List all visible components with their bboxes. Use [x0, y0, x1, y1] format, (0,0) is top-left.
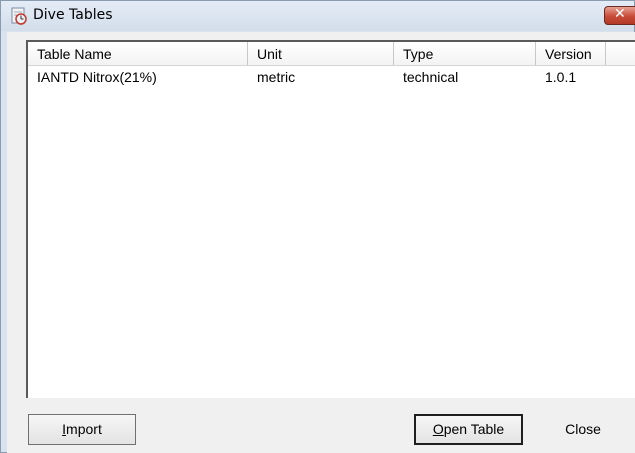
cell-table-name: IANTD Nitrox(21%): [37, 69, 157, 85]
window-title: Dive Tables: [33, 7, 113, 23]
open-label: pen Table: [443, 421, 505, 437]
dive-table-icon: [11, 7, 27, 25]
close-button[interactable]: Close: [529, 414, 635, 445]
table-row[interactable]: IANTD Nitrox(21%) metric technical 1.0.1: [28, 66, 635, 88]
import-button[interactable]: Import: [28, 414, 136, 445]
column-header-table-name[interactable]: Table Name: [28, 42, 248, 65]
column-header-unit[interactable]: Unit: [248, 42, 394, 65]
column-header-version[interactable]: Version: [536, 42, 606, 65]
list-header: Table Name Unit Type Version: [28, 42, 635, 66]
open-table-button[interactable]: Open Table: [414, 414, 523, 445]
import-label: mport: [66, 421, 102, 437]
close-window-button[interactable]: ✕: [604, 6, 635, 25]
title-bar[interactable]: Dive Tables ✕: [1, 1, 635, 31]
close-icon: ✕: [614, 6, 626, 22]
dive-tables-list[interactable]: Table Name Unit Type Version IANTD Nitro…: [26, 40, 635, 398]
dive-tables-window: Dive Tables ✕ Table Name Unit Type Versi…: [0, 0, 635, 453]
cell-unit: metric: [257, 69, 296, 85]
cell-version: 1.0.1: [545, 69, 577, 85]
open-mnemonic: O: [432, 421, 444, 437]
column-header-type[interactable]: Type: [394, 42, 536, 65]
cell-type: technical: [403, 69, 459, 85]
